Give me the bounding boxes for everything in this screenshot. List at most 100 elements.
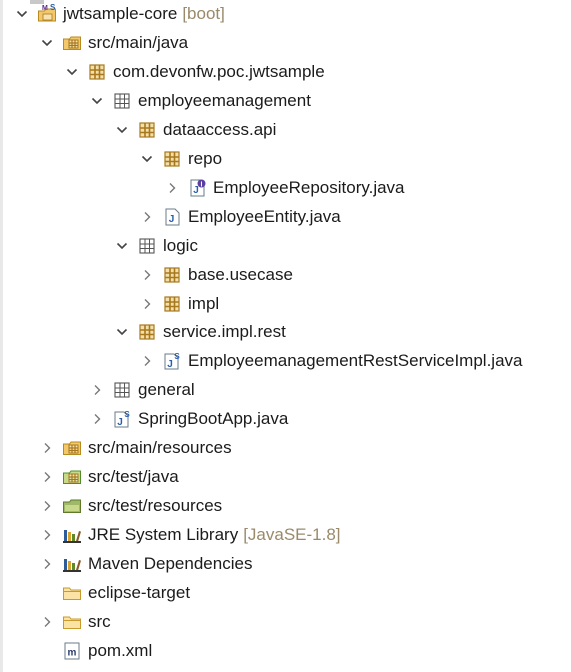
chevron-down-icon[interactable] [113,121,131,139]
project-icon: M S [37,4,57,24]
tree-item-file-springbootapp[interactable]: J S SpringBootApp.java [88,405,288,433]
chevron-right-icon[interactable] [138,295,156,313]
tree-item-file-employeerepository[interactable]: J I EmployeeRepository.java [163,174,405,202]
tree-item-jre-library[interactable]: JRE System Library [JavaSE-1.8] [38,521,341,549]
tree-item-pom-xml[interactable]: m pom.xml [38,637,152,665]
project-explorer-tree: M S jwtsample-core [boot] src/main/java c… [0,0,571,672]
tree-item-pkg-logic[interactable]: logic [113,232,198,260]
package-icon [137,322,157,342]
chevron-down-icon[interactable] [88,92,106,110]
tree-item-pkg-root[interactable]: com.devonfw.poc.jwtsample [63,58,325,86]
empty-package-icon [112,91,132,111]
java-interface-file-icon: J I [187,178,207,198]
tree-item-pkg-impl[interactable]: impl [138,290,219,318]
chevron-right-icon[interactable] [38,497,56,515]
source-folder-icon [62,33,82,53]
tree-item-label: src/main/resources [88,438,232,458]
tree-item-label: logic [163,235,198,255]
tree-item-label: impl [188,293,220,313]
chevron-right-icon[interactable] [38,439,56,457]
svg-text:J: J [167,359,173,370]
chevron-right-icon[interactable] [163,179,181,197]
svg-text:S: S [50,4,56,12]
tree-item-file-employeeentity[interactable]: J EmployeeEntity.java [138,203,341,231]
tree-item-pkg-base-usecase[interactable]: base.usecase [138,261,293,289]
chevron-down-icon[interactable] [113,237,131,255]
tree-item-label: EmployeemanagementRestServiceImpl.java [188,351,523,371]
chevron-down-icon[interactable] [138,150,156,168]
chevron-right-icon[interactable] [138,352,156,370]
tree-item-label: general [138,380,195,400]
chevron-right-icon[interactable] [38,613,56,631]
svg-text:S: S [174,352,180,361]
tree-item-file-restserviceimpl[interactable]: J S EmployeemanagementRestServiceImpl.jav… [138,347,523,375]
tree-item-label: src [88,611,111,631]
view-left-border [0,0,3,672]
folder-icon [62,612,82,632]
chevron-right-icon[interactable] [38,468,56,486]
chevron-right-icon[interactable] [38,555,56,573]
test-resources-folder-icon [62,496,82,516]
tree-item-label: jwtsample-core [63,4,178,23]
tree-item-label: JRE System Library [88,525,239,545]
tree-item-src-test-java[interactable]: src/test/java [38,463,179,491]
tree-item-src-folder[interactable]: src [38,608,111,636]
svg-text:M: M [42,5,48,12]
chevron-right-icon[interactable] [138,266,156,284]
svg-text:S: S [124,410,130,419]
tree-item-label: EmployeeEntity.java [188,206,341,226]
tree-item-label: SpringBootApp.java [138,409,289,429]
test-source-folder-icon [62,467,82,487]
library-icon [62,554,82,574]
spring-java-file-icon: J S [162,351,182,371]
folder-icon [62,583,82,603]
maven-pom-icon: m [62,641,82,661]
package-icon [137,120,157,140]
tree-item-pkg-employeemanagement[interactable]: employeemanagement [88,87,311,115]
tree-item-label: src/main/java [88,32,189,52]
tree-item-decoration: [boot] [182,4,225,23]
empty-package-icon [112,380,132,400]
tree-item-maven-deps[interactable]: Maven Dependencies [38,550,252,578]
svg-text:J: J [193,185,199,196]
chevron-right-icon[interactable] [38,526,56,544]
svg-text:J: J [117,417,123,428]
tree-item-pkg-repo[interactable]: repo [138,145,222,173]
chevron-down-icon[interactable] [63,63,81,81]
tree-item-label: pom.xml [88,640,153,660]
tree-item-label: employeemanagement [138,90,311,110]
source-folder-icon [62,438,82,458]
chevron-down-icon[interactable] [13,5,31,23]
chevron-down-icon[interactable] [113,323,131,341]
svg-text:J: J [169,214,175,225]
package-icon [162,149,182,169]
tree-item-src-main-java[interactable]: src/main/java [38,29,188,57]
tree-item-label: Maven Dependencies [88,554,253,574]
tree-item-pkg-dataaccess-api[interactable]: dataaccess.api [113,116,276,144]
tree-item-label: EmployeeRepository.java [213,177,405,197]
chevron-down-icon[interactable] [38,34,56,52]
chevron-right-icon[interactable] [88,410,106,428]
tree-item-src-test-resources[interactable]: src/test/resources [38,492,222,520]
tree-item-src-main-resources[interactable]: src/main/resources [38,434,232,462]
package-icon [87,62,107,82]
spring-java-file-icon: J S [112,409,132,429]
tree-item-label: repo [188,148,223,168]
package-icon [162,294,182,314]
tree-item-pkg-general[interactable]: general [88,376,195,404]
tree-item-jwtsample-core[interactable]: M S jwtsample-core [boot] [13,0,225,28]
package-icon [162,265,182,285]
library-icon [62,525,82,545]
tree-item-eclipse-target[interactable]: eclipse-target [38,579,190,607]
empty-package-icon [137,236,157,256]
chevron-right-icon[interactable] [88,381,106,399]
tree-item-pkg-service-impl-rest[interactable]: service.impl.rest [113,318,286,346]
tree-item-label: service.impl.rest [163,322,286,342]
tree-item-label: eclipse-target [88,583,191,602]
tree-item-label: src/test/java [88,467,179,487]
tree-item-decoration: [JavaSE-1.8] [243,525,341,545]
chevron-right-icon[interactable] [138,208,156,226]
java-class-file-icon: J [162,207,182,227]
